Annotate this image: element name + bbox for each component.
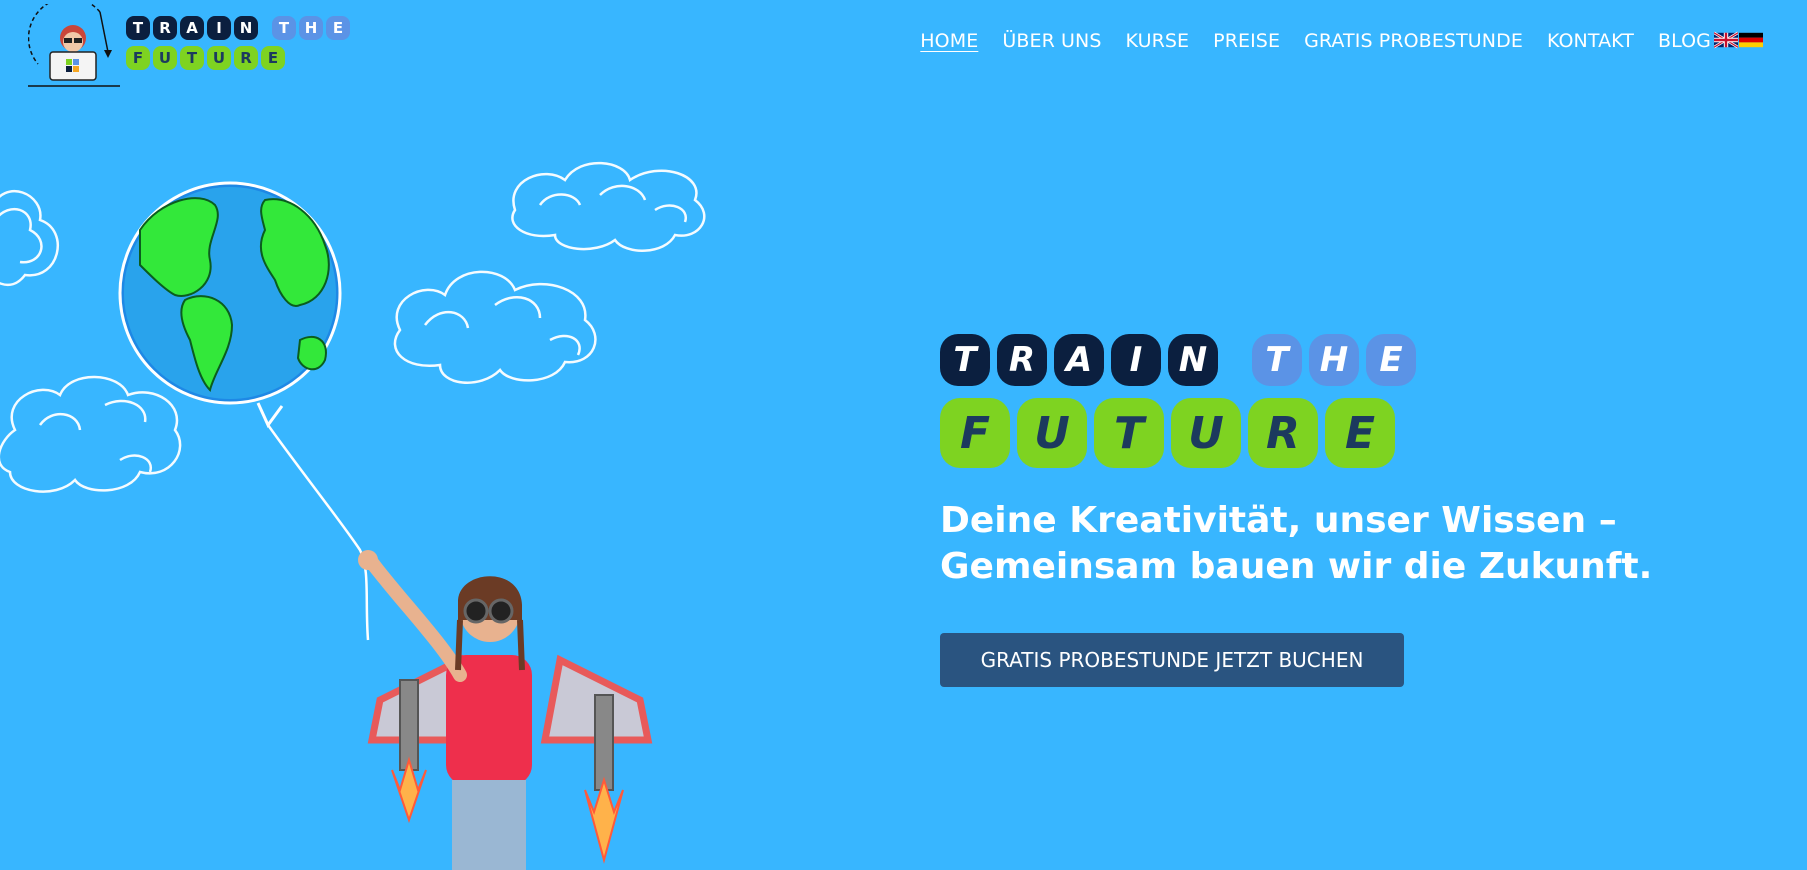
logo-letter: E (326, 16, 350, 40)
logo-letter: T (180, 46, 204, 70)
uk-flag-icon[interactable] (1714, 31, 1738, 49)
hero-logo-letter: T (940, 334, 990, 386)
cloud-icon (0, 189, 59, 287)
hero-logo-letter: R (997, 334, 1047, 386)
hero-logo-letter: E (1366, 334, 1416, 386)
nav-item-kontakt[interactable]: KONTAKT (1547, 30, 1634, 52)
site-logo[interactable]: T R A I N T H E F U T U R E (28, 4, 350, 90)
german-flag-icon[interactable] (1739, 31, 1763, 49)
cloud-icon (511, 161, 706, 252)
cloud-icon (393, 270, 597, 384)
logo-letter: A (180, 16, 204, 40)
hero-logo-letter: T (1094, 398, 1164, 468)
hero-logo-letter: F (940, 398, 1010, 468)
hero-illustration (0, 161, 706, 870)
page: T R A I N T H E F U T U R E HOME ÜBER UN… (0, 0, 1807, 870)
logo-letter: R (153, 16, 177, 40)
hero-tagline-line-1: Deine Kreativität, unser Wissen – (940, 500, 1617, 541)
logo-letter: T (272, 16, 296, 40)
hero-logo-letter: T (1252, 334, 1302, 386)
nav-item-home[interactable]: HOME (920, 30, 978, 52)
hero-logo-letter: E (1325, 398, 1395, 468)
logo-letter: U (207, 46, 231, 70)
hero-logo-letter: U (1017, 398, 1087, 468)
earth-balloon-icon (118, 181, 370, 641)
language-switcher (1714, 31, 1763, 49)
hero-logo-letter: I (1111, 334, 1161, 386)
logo-word-future: F U T U R E (126, 46, 285, 70)
hero-tagline-line-2: Gemeinsam bauen wir die Zukunft. (940, 546, 1653, 587)
nav-item-ueber-uns[interactable]: ÜBER UNS (1002, 30, 1101, 52)
logo-letter: I (207, 16, 231, 40)
hero-tagline: Deine Kreativität, unser Wissen – Gemein… (940, 498, 1700, 590)
logo-letter: T (126, 16, 150, 40)
hero-logo-row-train-the: T R A I N T H E (940, 334, 1416, 386)
logo-letter: F (126, 46, 150, 70)
nav-item-blog[interactable]: BLOG (1658, 30, 1711, 52)
nav-item-gratis-probestunde[interactable]: GRATIS PROBESTUNDE (1304, 30, 1523, 52)
hero-logo-letter: U (1171, 398, 1241, 468)
mascot-laptop-icon (28, 4, 120, 87)
book-trial-lesson-button[interactable]: GRATIS PROBESTUNDE JETZT BUCHEN (940, 633, 1404, 687)
logo-letter: U (153, 46, 177, 70)
hero-logo-letter: R (1248, 398, 1318, 468)
nav-item-preise[interactable]: PREISE (1213, 30, 1280, 52)
hero-logo-row-future: F U T U R E (940, 398, 1416, 468)
logo-letter: N (234, 16, 258, 40)
hero-logo-letter: A (1054, 334, 1104, 386)
cloud-icon (0, 375, 182, 493)
logo-letter: R (234, 46, 258, 70)
site-header: T R A I N T H E F U T U R E HOME ÜBER UN… (0, 0, 1807, 100)
main-nav: HOME ÜBER UNS KURSE PREISE GRATIS PROBES… (896, 30, 1711, 52)
logo-letter: E (261, 46, 285, 70)
hero-logo-letter: H (1309, 334, 1359, 386)
logo-word-train-the: T R A I N T H E (126, 16, 350, 40)
jetpack-child-icon (358, 550, 653, 870)
logo-letter: H (299, 16, 323, 40)
hero-logo: T R A I N T H E F U T U R E (940, 334, 1416, 480)
hero-logo-letter: N (1168, 334, 1218, 386)
nav-item-kurse[interactable]: KURSE (1126, 30, 1190, 52)
